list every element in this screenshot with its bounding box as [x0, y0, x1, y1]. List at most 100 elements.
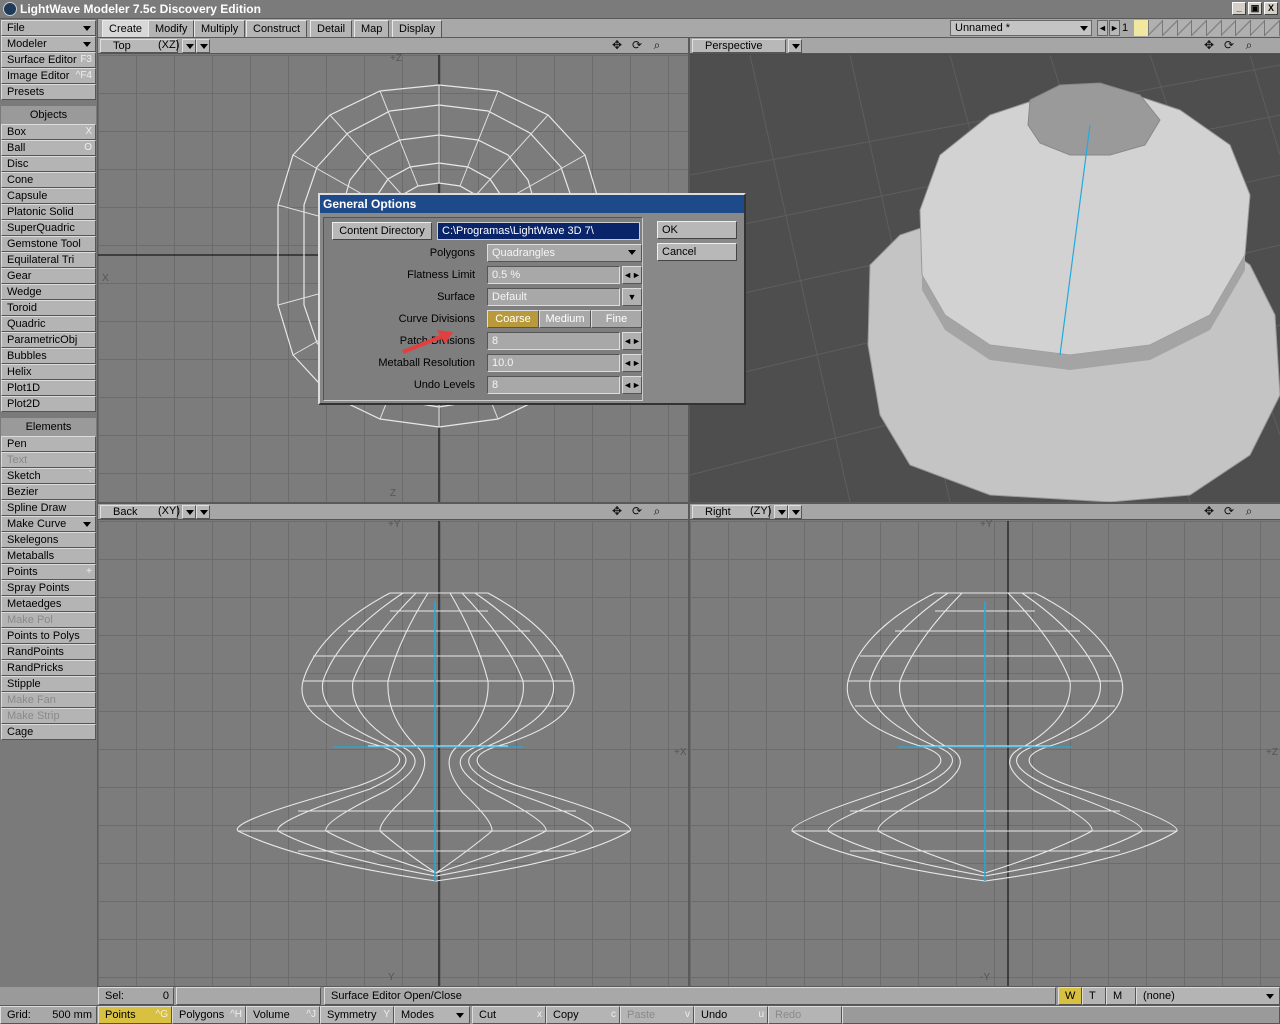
redo-button[interactable]: Redo: [768, 1006, 842, 1024]
surface-dropdown[interactable]: ▼: [622, 288, 642, 306]
tool-randpoints-button[interactable]: RandPoints: [1, 644, 96, 660]
rotate-view-icon[interactable]: ⟳: [1220, 38, 1238, 53]
wtm-t-button[interactable]: T: [1082, 987, 1106, 1005]
layer-2[interactable]: [1148, 20, 1164, 36]
cut-button[interactable]: Cut x: [472, 1006, 546, 1024]
layer-buttons[interactable]: [1134, 20, 1280, 36]
metaball-resolution-stepper[interactable]: ◄►: [622, 354, 642, 372]
maximize-button[interactable]: ▣: [1248, 2, 1262, 15]
tab-display[interactable]: Display: [392, 20, 443, 37]
tool-helix-button[interactable]: Helix: [1, 364, 96, 380]
layer-3[interactable]: [1163, 20, 1178, 36]
curve-fine-button[interactable]: Fine: [591, 310, 642, 328]
zoom-view-icon[interactable]: ⌕: [648, 38, 666, 53]
flatness-limit-stepper[interactable]: ◄►: [622, 266, 642, 284]
viewport-back[interactable]: +Y Y +X Back (XY) ✥ ⟳ ⌕: [98, 504, 688, 986]
modes-button[interactable]: Modes: [394, 1006, 470, 1024]
layer-10[interactable]: [1265, 20, 1280, 36]
tab-create[interactable]: Create: [102, 20, 150, 37]
ok-button[interactable]: OK: [657, 221, 737, 239]
curve-coarse-button[interactable]: Coarse: [487, 310, 539, 328]
tool-plot1d-button[interactable]: Plot1D: [1, 380, 96, 396]
layer-7[interactable]: [1221, 20, 1237, 36]
undo-levels-input[interactable]: 8: [487, 376, 620, 394]
tool-pen-button[interactable]: Pen: [1, 436, 96, 452]
object-selector[interactable]: Unnamed *: [950, 20, 1092, 36]
tool-cage-button[interactable]: Cage: [1, 724, 96, 740]
tool-make-strip-button[interactable]: Make Strip: [1, 708, 96, 724]
layer-prev-button[interactable]: ◄: [1097, 20, 1108, 36]
polygons-mode-button[interactable]: Polygons ^H: [172, 1006, 246, 1024]
content-directory-button[interactable]: Content Directory: [332, 222, 432, 240]
tool-toroid-button[interactable]: Toroid: [1, 300, 96, 316]
zoom-view-icon[interactable]: ⌕: [1240, 38, 1258, 53]
curve-medium-button[interactable]: Medium: [539, 310, 591, 328]
surface-input[interactable]: Default: [487, 288, 620, 306]
copy-button[interactable]: Copy c: [546, 1006, 620, 1024]
tool-parametricobj-button[interactable]: ParametricObj: [1, 332, 96, 348]
tab-detail[interactable]: Detail: [310, 20, 353, 37]
presets-button[interactable]: Presets: [1, 84, 96, 100]
tool-points-button[interactable]: Points +: [1, 564, 96, 580]
layer-next-button[interactable]: ►: [1109, 20, 1120, 36]
layer-1[interactable]: [1134, 20, 1149, 36]
view-options-dropdown[interactable]: [196, 505, 210, 519]
wtm-m-button[interactable]: M: [1106, 987, 1136, 1005]
symmetry-button[interactable]: Symmetry Y: [320, 1006, 394, 1024]
layer-5[interactable]: [1192, 20, 1207, 36]
viewport-perspective[interactable]: Perspective ✥ ⟳ ⌕: [690, 38, 1280, 502]
tool-make-fan-button[interactable]: Make Fan: [1, 692, 96, 708]
tool-gear-button[interactable]: Gear: [1, 268, 96, 284]
view-axis-dropdown[interactable]: [182, 505, 196, 519]
tool-make-pol-button[interactable]: Make Pol: [1, 612, 96, 628]
tool-randpricks-button[interactable]: RandPricks: [1, 660, 96, 676]
tool-plot2d-button[interactable]: Plot2D: [1, 396, 96, 412]
tool-make-curve-button[interactable]: Make Curve: [1, 516, 96, 532]
tool-metaballs-button[interactable]: Metaballs: [1, 548, 96, 564]
zoom-view-icon[interactable]: ⌕: [648, 504, 666, 519]
move-view-icon[interactable]: ✥: [1200, 504, 1218, 519]
view-axis-dropdown[interactable]: [182, 39, 196, 53]
minimize-button[interactable]: _: [1232, 2, 1246, 15]
tool-points-to-polys-button[interactable]: Points to Polys: [1, 628, 96, 644]
tool-bubbles-button[interactable]: Bubbles: [1, 348, 96, 364]
wtm-w-button[interactable]: W: [1058, 987, 1082, 1005]
move-view-icon[interactable]: ✥: [1200, 38, 1218, 53]
layer-6[interactable]: [1206, 20, 1222, 36]
tool-sketch-button[interactable]: Sketch `: [1, 468, 96, 484]
tool-superquadric-button[interactable]: SuperQuadric: [1, 220, 96, 236]
patch-divisions-stepper[interactable]: ◄►: [622, 332, 642, 350]
surface-editor-button[interactable]: Surface Editor F3: [1, 52, 96, 68]
tool-capsule-button[interactable]: Capsule: [1, 188, 96, 204]
undo-button[interactable]: Undo u: [694, 1006, 768, 1024]
view-options-dropdown[interactable]: [196, 39, 210, 53]
patch-divisions-input[interactable]: 8: [487, 332, 620, 350]
modeler-menu[interactable]: Modeler: [1, 36, 96, 52]
viewport-grid[interactable]: +Y -Y +Z: [690, 519, 1280, 986]
points-mode-button[interactable]: Points ^G: [98, 1006, 172, 1024]
tool-quadric-button[interactable]: Quadric: [1, 316, 96, 332]
polygons-select[interactable]: Quadrangles: [487, 244, 642, 262]
tool-spline-draw-button[interactable]: Spline Draw: [1, 500, 96, 516]
tool-stipple-button[interactable]: Stipple: [1, 676, 96, 692]
view-options-dropdown[interactable]: [788, 505, 802, 519]
tab-map[interactable]: Map: [354, 20, 390, 37]
zoom-view-icon[interactable]: ⌕: [1240, 504, 1258, 519]
tool-gemstone-tool-button[interactable]: Gemstone Tool: [1, 236, 96, 252]
layer-8[interactable]: [1236, 20, 1251, 36]
move-view-icon[interactable]: ✥: [608, 504, 626, 519]
tool-spray-points-button[interactable]: Spray Points: [1, 580, 96, 596]
tool-skelegons-button[interactable]: Skelegons: [1, 532, 96, 548]
cancel-button[interactable]: Cancel: [657, 243, 737, 261]
view-axis-dropdown[interactable]: [774, 505, 788, 519]
tool-platonic-solid-button[interactable]: Platonic Solid: [1, 204, 96, 220]
viewport-grid[interactable]: +Y Y +X: [98, 519, 688, 986]
tool-cone-button[interactable]: Cone: [1, 172, 96, 188]
paste-button[interactable]: Paste v: [620, 1006, 694, 1024]
content-directory-field[interactable]: C:\Programas\LightWave 3D 7\: [437, 222, 640, 240]
rotate-view-icon[interactable]: ⟳: [628, 504, 646, 519]
undo-levels-stepper[interactable]: ◄►: [622, 376, 642, 394]
volume-mode-button[interactable]: Volume ^J: [246, 1006, 320, 1024]
rotate-view-icon[interactable]: ⟳: [1220, 504, 1238, 519]
view-options-dropdown[interactable]: [788, 39, 802, 53]
